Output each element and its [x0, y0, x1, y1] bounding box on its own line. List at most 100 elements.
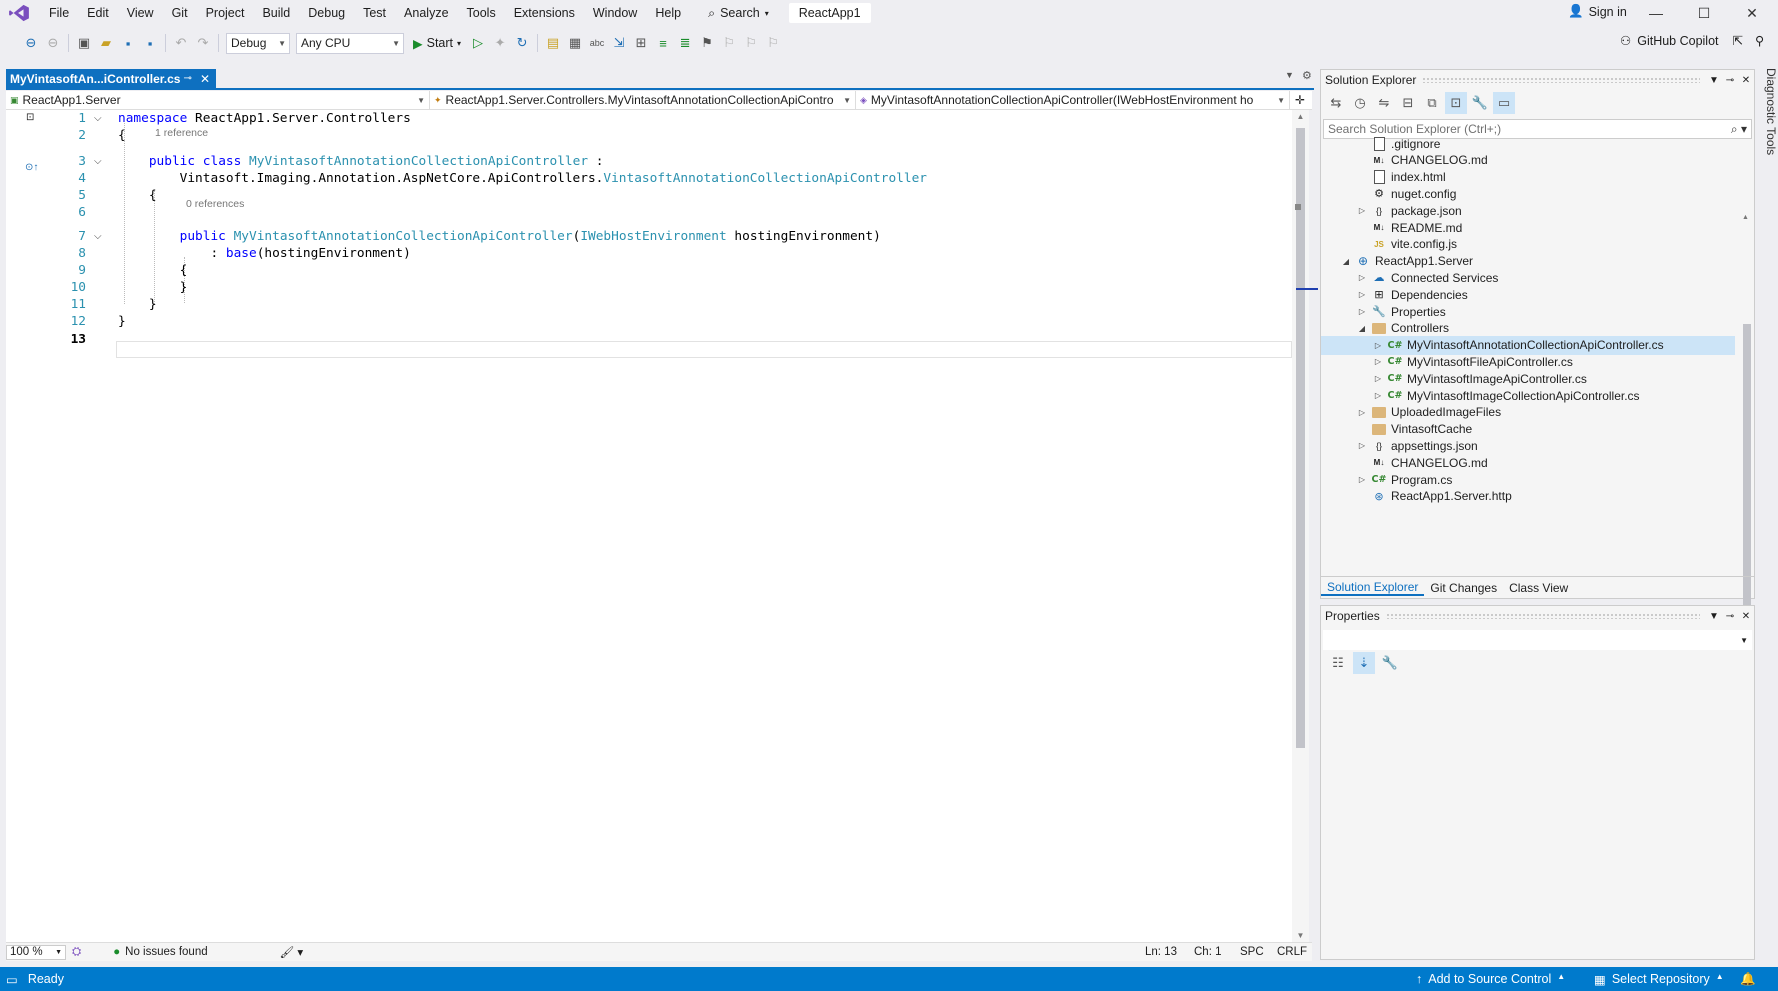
pin-tab-icon[interactable]: ⊸	[184, 73, 192, 84]
collapse-all-icon[interactable]: ⊟	[1397, 92, 1419, 114]
categorized-icon[interactable]: ☷	[1327, 652, 1349, 674]
collapse-arrow-icon[interactable]: ◢	[1357, 324, 1367, 333]
search-button[interactable]: ⌕ Search ▾	[698, 6, 779, 21]
code-line[interactable]: 9 {	[6, 262, 1294, 279]
code-line[interactable]: 12}	[6, 313, 1294, 330]
code-line[interactable]: 10 }	[6, 279, 1294, 296]
close-tab-icon[interactable]: ✕	[200, 72, 210, 86]
code-line[interactable]: 1 ⌵ namespace ReactApp1.Server.Controllers	[6, 110, 1294, 127]
comment-icon[interactable]: ≡	[652, 32, 674, 54]
menu-item[interactable]: Build	[253, 0, 299, 26]
editor-vertical-scrollbar[interactable]: ▲ ▼	[1292, 110, 1309, 942]
menu-item[interactable]: File	[40, 0, 78, 26]
spell-check-icon[interactable]: abc	[586, 32, 608, 54]
expand-arrow-icon[interactable]: ▷	[1357, 273, 1367, 282]
pin-icon[interactable]: ⚲	[1755, 33, 1764, 48]
scroll-down-icon[interactable]: ▼	[1292, 931, 1309, 940]
sign-in-button[interactable]: 👤 Sign in	[1568, 4, 1627, 19]
configuration-select[interactable]: Debug ▼	[226, 32, 290, 54]
breakpoint-layout-icon[interactable]: ⊞	[630, 32, 652, 54]
expand-arrow-icon[interactable]: ▷	[1373, 391, 1383, 400]
save-all-icon[interactable]: ▪	[139, 32, 161, 54]
expand-arrow-icon[interactable]: ▷	[1357, 408, 1367, 417]
pin-icon[interactable]: ⊸	[1722, 75, 1738, 86]
property-pages-icon[interactable]: 🔧	[1379, 652, 1401, 674]
layout-icon[interactable]: ▦	[564, 32, 586, 54]
open-folder-icon[interactable]: ▰	[95, 32, 117, 54]
menu-item[interactable]: Test	[354, 0, 395, 26]
menu-item[interactable]: View	[118, 0, 163, 26]
diagnostic-tools-tab[interactable]: Diagnostic Tools	[1756, 66, 1778, 156]
code-line[interactable]: 7 ⌵ public MyVintasoftAnnotationCollectio…	[6, 228, 1294, 245]
menu-item[interactable]: Analyze	[395, 0, 457, 26]
maximize-button[interactable]: ☐	[1682, 0, 1726, 26]
split-editor-icon[interactable]: ✛	[1290, 93, 1310, 107]
menu-item[interactable]: Tools	[458, 0, 505, 26]
code-line[interactable]: 4 Vintasoft.Imaging.Annotation.AspNetCor…	[6, 170, 1294, 187]
line-number[interactable]: Ln: 13	[1145, 946, 1177, 958]
fold-chevron-icon[interactable]: ⌵	[94, 110, 102, 127]
tab-document[interactable]: MyVintasoftAn...iController.cs ⊸ ✕	[6, 69, 216, 88]
close-icon[interactable]: ✕	[1738, 611, 1754, 622]
pin-icon[interactable]: ⊸	[1722, 611, 1738, 622]
platform-select[interactable]: Any CPU ▼	[296, 32, 404, 54]
preview-icon[interactable]: ▭	[1493, 92, 1515, 114]
start-without-debugging-icon[interactable]: ▷	[467, 32, 489, 54]
navigate-forward-icon[interactable]: ⊖	[42, 32, 64, 54]
menu-item[interactable]: Debug	[299, 0, 354, 26]
github-copilot-button[interactable]: ⚇ GitHub Copilot ⇱ ⚲	[1620, 33, 1764, 49]
alphabetical-icon[interactable]: ⇣	[1353, 652, 1375, 674]
menu-item[interactable]: Git	[163, 0, 197, 26]
filter-icon[interactable]: ⊡	[1445, 92, 1467, 114]
refresh-icon[interactable]: ↻	[511, 32, 533, 54]
code-line[interactable]: 3 ⌵ public class MyVintasoftAnnotationCol…	[6, 153, 1294, 170]
select-repository-button[interactable]: ▦ Select Repository ▲	[1594, 972, 1724, 987]
switch-views-icon[interactable]: ⇆	[1325, 92, 1347, 114]
fold-chevron-icon[interactable]: ⌵	[94, 153, 102, 170]
scroll-up-icon[interactable]: ▲	[1742, 214, 1749, 221]
show-all-files-icon[interactable]: ⧉	[1421, 92, 1443, 114]
step-icon[interactable]: ⇲	[608, 32, 630, 54]
expand-arrow-icon[interactable]: ▷	[1373, 341, 1383, 350]
expand-arrow-icon[interactable]: ▷	[1373, 374, 1383, 383]
collapse-arrow-icon[interactable]: ◢	[1341, 257, 1351, 266]
code-line[interactable]: 13	[6, 331, 1294, 348]
expand-arrow-icon[interactable]: ▷	[1357, 441, 1367, 450]
close-window-button[interactable]: ✕	[1730, 0, 1774, 26]
scrollbar-thumb[interactable]	[1296, 128, 1305, 748]
undo-icon[interactable]: ↶	[170, 32, 192, 54]
bookmark-clear-icon[interactable]: ⚐	[762, 32, 784, 54]
expand-arrow-icon[interactable]: ▷	[1357, 475, 1367, 484]
chevron-down-icon[interactable]: ▼	[1706, 611, 1722, 622]
project-dropdown[interactable]: ▣ ReactApp1.Server ▼	[6, 90, 430, 110]
code-cleanup-icon[interactable]: 🖌 ▾	[280, 945, 304, 959]
start-debugging-button[interactable]: ▶ Start ▾	[407, 36, 467, 51]
properties-wrench-icon[interactable]: 🔧	[1469, 92, 1491, 114]
close-icon[interactable]: ✕	[1738, 75, 1754, 86]
bookmark-icon[interactable]: ⚑	[696, 32, 718, 54]
new-project-icon[interactable]: ▣	[73, 32, 95, 54]
tab-git-changes[interactable]: Git Changes	[1424, 581, 1503, 595]
browse-icon[interactable]: ▤	[542, 32, 564, 54]
type-dropdown[interactable]: ✦ ReactApp1.Server.Controllers.MyVintaso…	[430, 90, 856, 110]
redo-icon[interactable]: ↷	[192, 32, 214, 54]
codelens-ctor-references[interactable]: 0 references	[186, 198, 244, 210]
expand-arrow-icon[interactable]: ▷	[1357, 206, 1367, 215]
member-dropdown[interactable]: ◈ MyVintasoftAnnotationCollectionApiCont…	[856, 90, 1290, 110]
code-line[interactable]: 8 : base(hostingEnvironment)	[6, 245, 1294, 262]
indent-mode[interactable]: SPC	[1240, 946, 1264, 958]
tree-item[interactable]: ⊛ ReactApp1.Server.http	[1321, 487, 1735, 506]
codelens-class-references[interactable]: 1 reference	[155, 127, 208, 139]
navigate-back-icon[interactable]: ⊖	[20, 32, 42, 54]
menu-item[interactable]: Edit	[78, 0, 118, 26]
add-source-control-button[interactable]: ↑ Add to Source Control ▲	[1416, 972, 1565, 986]
menu-item[interactable]: Extensions	[505, 0, 584, 26]
uncomment-icon[interactable]: ≣	[674, 32, 696, 54]
fold-chevron-icon[interactable]: ⌵	[94, 228, 102, 245]
bookmark-next-icon[interactable]: ⚐	[740, 32, 762, 54]
drag-grip[interactable]	[1385, 613, 1700, 619]
menu-item[interactable]: Window	[584, 0, 646, 26]
tab-class-view[interactable]: Class View	[1503, 581, 1574, 595]
minimize-button[interactable]: —	[1634, 0, 1678, 26]
live-share-icon[interactable]: ⛭	[72, 946, 81, 959]
